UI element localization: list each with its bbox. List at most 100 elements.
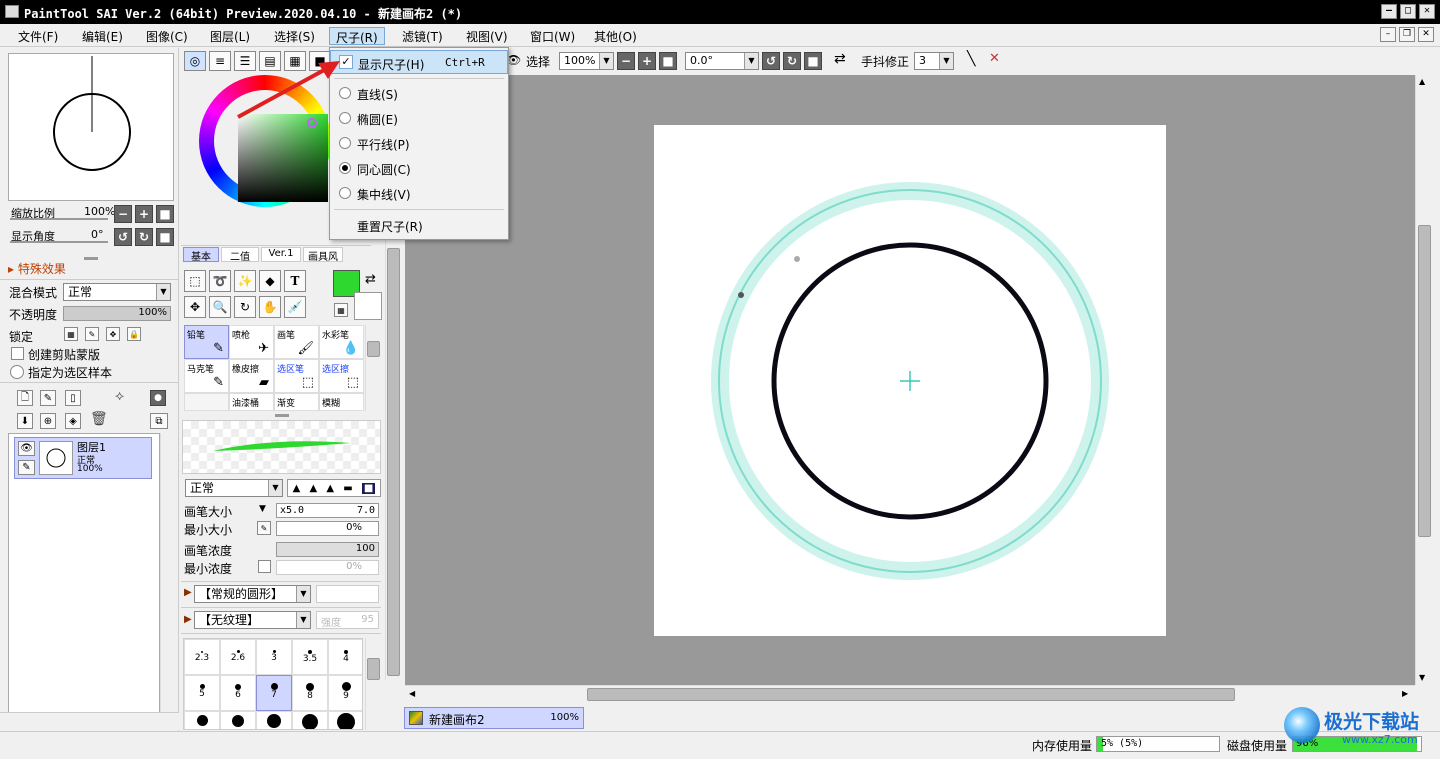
size-cell[interactable]: 8 [292,675,328,711]
menu-item-reset-ruler[interactable]: 重置尺子(R) [330,213,508,237]
secondary-color-swatch[interactable] [354,292,382,320]
size-cell[interactable] [292,711,328,729]
opacity-slider[interactable]: 100% [63,306,171,321]
menu-view[interactable]: 视图(V) [460,27,514,45]
swap-colors-icon[interactable]: ⇄ [365,272,376,287]
zoom-reset-button[interactable]: ■ [156,205,174,223]
menu-item-show-ruler[interactable]: ✓ 显示尺子(H) Ctrl+R [330,50,508,74]
new-linework-icon[interactable]: ✎ [40,390,56,406]
canvas-vscrollbar[interactable]: ▲ ▼ [1415,75,1433,685]
canvas[interactable] [654,125,1166,636]
scroll-thumb[interactable] [587,688,1235,701]
stabilizer-select[interactable]: 3 ▼ [914,52,954,70]
new-folder-icon[interactable]: ▯ [65,390,81,406]
menu-select[interactable]: 选择(S) [268,27,321,45]
tool-blur[interactable]: 模糊 [319,393,364,411]
size-cell[interactable]: 3.5 [292,639,328,675]
size-cell[interactable] [220,711,256,729]
rotate-right-button[interactable]: ↻ [783,52,801,70]
color-wheel-mode-icon[interactable]: ◎ [184,51,206,71]
merge-mask-icon[interactable]: ⧉ [150,413,168,429]
tool-bucket[interactable]: 油漆桶 [229,393,274,411]
expand-arrow-icon[interactable]: ▶ [184,614,192,625]
tool-empty[interactable] [184,393,229,411]
tool-airbrush[interactable]: 喷枪 ✈ [229,325,274,359]
shape-icon[interactable]: ◆ [259,270,281,292]
scroll-thumb[interactable] [367,341,380,357]
clear-layer-icon[interactable]: ◈ [65,413,81,429]
scroll-thumb[interactable] [387,248,400,676]
rotate-icon[interactable]: ↻ [234,296,256,318]
menu-item-radial[interactable]: 集中线(V) [330,181,508,205]
menu-item-parallel[interactable]: 平行线(P) [330,131,508,155]
canvas-hscrollbar[interactable]: ◀ ▶ [405,685,1415,703]
flip-horizontal-icon[interactable]: ⇄ [834,51,846,67]
new-layer-icon[interactable]: 🗋 [17,390,33,406]
size-cell[interactable] [256,711,292,729]
lock-transparency-icon[interactable]: ▦ [64,327,78,341]
brush-shape-selector[interactable]: ▲ ▲ ▲ ▬ ■ [287,479,381,497]
menu-ruler[interactable]: 尺子(R) [329,27,385,45]
ruler-handle-dot[interactable] [794,256,800,262]
layer-scrollbar[interactable] [160,433,174,728]
rotate-left-button[interactable]: ↺ [762,52,780,70]
pressure-density-checkbox[interactable] [258,560,271,573]
brush-mode-select[interactable]: 正常 ▼ [185,479,283,497]
menu-edit[interactable]: 编辑(E) [76,27,129,45]
trash-icon[interactable]: 🗑 [90,411,108,429]
panel-splitter[interactable] [275,414,289,417]
menu-layer[interactable]: 图层(L) [204,27,256,45]
rect-select-icon[interactable]: ⬚ [184,270,206,292]
shape-4-icon[interactable]: ▬ [343,483,352,494]
min-size-field[interactable]: 0% [276,521,379,536]
zoom-in-button[interactable]: + [638,52,656,70]
hand-icon[interactable]: ✋ [259,296,281,318]
clip-checkbox[interactable] [11,347,24,360]
eye-icon[interactable]: 👁 [18,441,35,456]
tool-select-pen[interactable]: 选区笔 ⬚ [274,359,319,393]
tool-eraser[interactable]: 橡皮擦 ▰ [229,359,274,393]
copy-layer-icon[interactable]: ⊕ [40,413,56,429]
tab-ver1[interactable]: Ver.1 [261,247,301,262]
rgb-slider-mode-icon[interactable]: ≡ [209,51,231,71]
zoom-reset-button[interactable]: ■ [659,52,677,70]
rotate-reset-button[interactable]: ■ [156,228,174,246]
maximize-button[interactable]: □ [1400,4,1416,19]
menu-item-concentric[interactable]: 同心圆(C) [330,156,508,180]
line-tool-icon[interactable]: ╲ [967,51,975,67]
merge-down-icon[interactable]: ⬇ [17,413,33,429]
zoom-slider[interactable] [10,218,108,220]
lock-move-icon[interactable]: ✥ [106,327,120,341]
density-slider[interactable]: 100 [276,542,379,557]
shape-3-icon[interactable]: ▲ [326,483,334,494]
magic-wand-icon[interactable]: ✨ [234,270,256,292]
texture-strength-field[interactable]: 强度 95 [316,611,379,629]
brush-size-field[interactable]: x5.0 7.0 [276,503,379,518]
size-cell-selected[interactable]: 7 [256,675,292,711]
document-tab[interactable]: 新建画布2 100% [404,707,584,729]
size-cell[interactable]: 9 [328,675,362,711]
pressure-size-icon[interactable]: ✎ [257,521,271,535]
minimize-button[interactable]: – [1381,4,1397,19]
straight-line-toggle-icon[interactable]: ✕ [989,51,1000,66]
layer-item[interactable]: 👁 ✎ 图层1 正常 100% [14,437,152,479]
menu-window[interactable]: 窗口(W) [524,27,581,45]
sample-radio[interactable] [10,365,24,379]
lock-all-icon[interactable]: 🔒 [127,327,141,341]
effects-header[interactable]: ▸ 特殊效果 [8,260,66,277]
rotate-reset-button[interactable]: ■ [804,52,822,70]
tab-painter[interactable]: 画具风 [303,247,343,263]
scroll-right-icon[interactable]: ▶ [1402,689,1408,698]
mdi-close-button[interactable]: ✕ [1418,27,1434,42]
navigator-preview[interactable] [8,53,174,201]
mdi-restore-button[interactable]: ❐ [1399,27,1415,42]
zoom-icon[interactable]: 🔍 [209,296,231,318]
shape-2-icon[interactable]: ▲ [309,483,317,494]
canvas-viewport[interactable] [405,75,1415,685]
shape-1-icon[interactable]: ▲ [293,483,301,494]
tab-basic[interactable]: 基本 [183,247,219,263]
zoom-select[interactable]: 100% ▼ [559,52,614,70]
tool-brush[interactable]: 画笔 🖌 [274,325,319,359]
panel-splitter[interactable] [84,257,98,260]
tool-gradient[interactable]: 渐变 [274,393,319,411]
